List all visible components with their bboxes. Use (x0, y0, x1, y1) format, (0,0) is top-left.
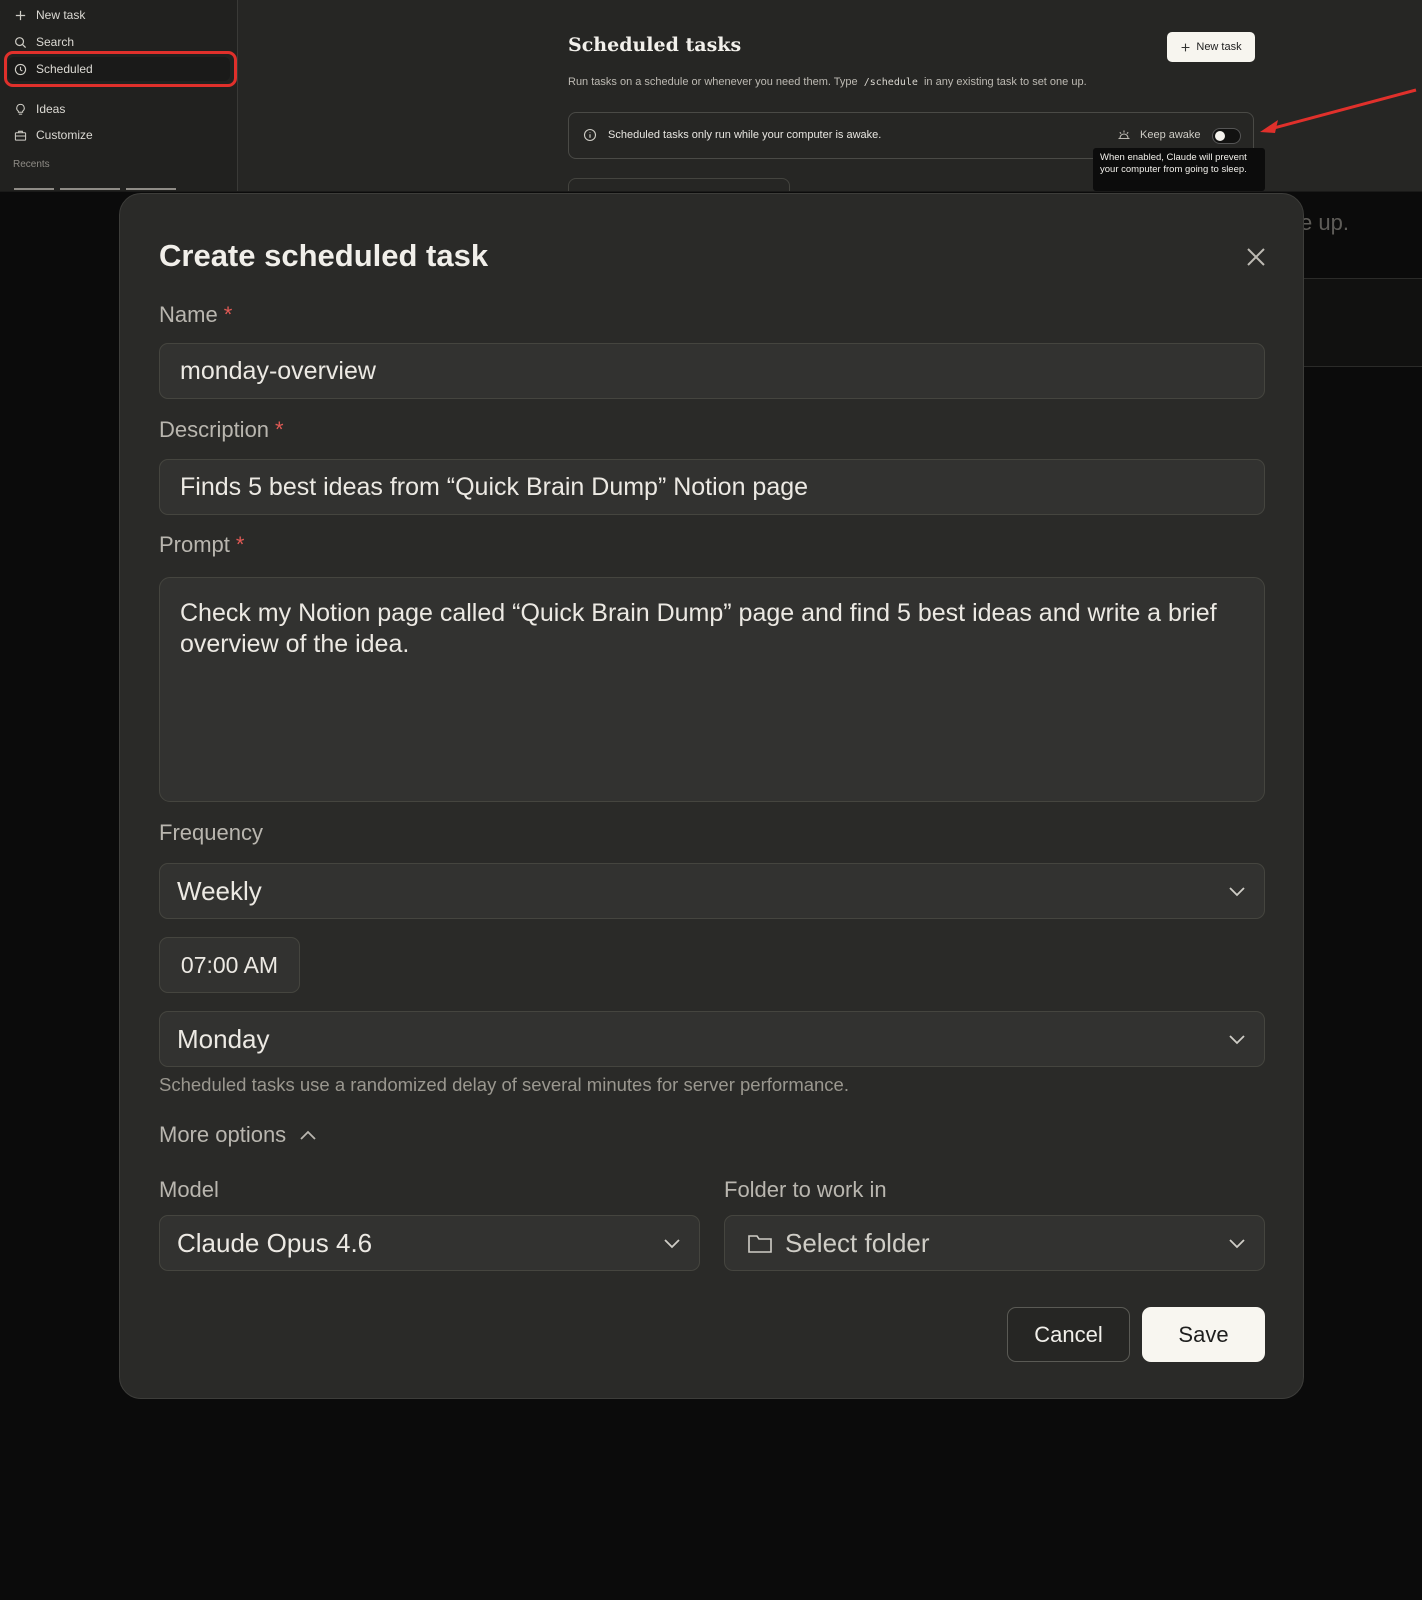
sidebar-item-label: Scheduled (36, 62, 93, 76)
sidebar-item-ideas[interactable]: Ideas (8, 97, 230, 121)
description-input[interactable]: Finds 5 best ideas from “Quick Brain Dum… (159, 459, 1265, 515)
recent-item-cutoff[interactable] (14, 184, 214, 191)
delay-hint: Scheduled tasks use a randomized delay o… (159, 1074, 849, 1095)
prompt-textarea[interactable]: Check my Notion page called “Quick Brain… (159, 577, 1265, 802)
frequency-label: Frequency (159, 820, 263, 845)
folder-value: Select folder (785, 1227, 930, 1258)
subtitle-text-pre: Run tasks on a schedule or whenever you … (568, 76, 858, 88)
tasks-list-tab[interactable] (568, 178, 790, 191)
description-label: Description * (159, 417, 284, 443)
app-window: New task Search Scheduled Ideas Customiz… (0, 0, 1422, 192)
keep-awake-label: Keep awake (1140, 129, 1201, 141)
folder-label: Folder to work in (724, 1177, 887, 1202)
more-options-toggle[interactable]: More options (159, 1122, 318, 1148)
folder-select[interactable]: Select folder (724, 1215, 1265, 1271)
sidebar-item-label: Customize (36, 128, 93, 142)
frequency-select[interactable]: Weekly (159, 863, 1265, 919)
sidebar-item-label: New task (36, 8, 86, 22)
sidebar-item-search[interactable]: Search (8, 30, 230, 54)
schedule-command: /schedule (863, 77, 918, 88)
background-panel (1300, 279, 1422, 366)
plus-icon (15, 10, 26, 20)
search-icon (15, 36, 27, 48)
chevron-down-icon (664, 1239, 680, 1249)
folder-icon (748, 1235, 772, 1253)
notice-text: Scheduled tasks only run while your comp… (608, 129, 882, 141)
prompt-label: Prompt * (159, 532, 244, 558)
background-text: e up. (1300, 210, 1349, 235)
sidebar-item-scheduled[interactable]: Scheduled (8, 57, 230, 81)
save-button[interactable]: Save (1142, 1307, 1265, 1362)
day-value: Monday (177, 1023, 270, 1054)
lightbulb-icon (16, 103, 25, 115)
time-input[interactable]: 07:00 AM (159, 937, 300, 993)
annotation-arrow-icon (1260, 88, 1417, 133)
dialog-title: Create scheduled task (159, 238, 489, 273)
keep-awake-toggle[interactable] (1212, 128, 1241, 144)
name-input[interactable]: monday-overview (159, 343, 1265, 399)
required-marker: * (275, 417, 284, 442)
sidebar-item-new-task[interactable]: New task (8, 3, 230, 27)
briefcase-icon (14, 130, 27, 141)
plus-icon (1181, 43, 1190, 51)
more-options-label: More options (159, 1122, 287, 1147)
name-label: Name * (159, 302, 232, 328)
chevron-down-icon (1229, 1035, 1245, 1045)
prompt-label-text: Prompt (159, 532, 230, 557)
model-value: Claude Opus 4.6 (177, 1227, 373, 1258)
sun-icon (1118, 130, 1130, 140)
info-icon (583, 128, 597, 142)
frequency-value: Weekly (177, 875, 262, 906)
sidebar: New task Search Scheduled Ideas Customiz… (0, 0, 238, 191)
recents-heading: Recents (13, 159, 50, 170)
cancel-button[interactable]: Cancel (1007, 1307, 1130, 1362)
keep-awake-tooltip: When enabled, Claude will prevent your c… (1093, 148, 1265, 191)
clock-icon (14, 63, 27, 75)
chevron-up-icon (300, 1130, 316, 1140)
background-divider (1300, 366, 1422, 367)
required-marker: * (223, 302, 233, 327)
new-task-button-label: New task (1196, 41, 1242, 53)
required-marker: * (235, 532, 245, 557)
page-subtitle: Run tasks on a schedule or whenever you … (568, 76, 1087, 88)
create-scheduled-task-dialog: Create scheduled task Name * monday-overv… (119, 193, 1304, 1399)
chevron-down-icon (1229, 1239, 1245, 1249)
new-task-button[interactable]: New task (1167, 32, 1255, 62)
chevron-down-icon (1229, 887, 1245, 897)
sidebar-item-label: Search (36, 35, 75, 49)
subtitle-text-post: in any existing task to set one up. (923, 76, 1087, 88)
page-title: Scheduled tasks (568, 34, 742, 56)
sidebar-item-customize[interactable]: Customize (8, 123, 230, 147)
description-label-text: Description (159, 417, 270, 442)
day-select[interactable]: Monday (159, 1011, 1265, 1067)
sidebar-item-label: Ideas (36, 102, 66, 116)
close-icon[interactable] (1244, 245, 1268, 269)
name-label-text: Name (159, 302, 218, 327)
model-select[interactable]: Claude Opus 4.6 (159, 1215, 700, 1271)
model-label: Model (159, 1177, 219, 1202)
